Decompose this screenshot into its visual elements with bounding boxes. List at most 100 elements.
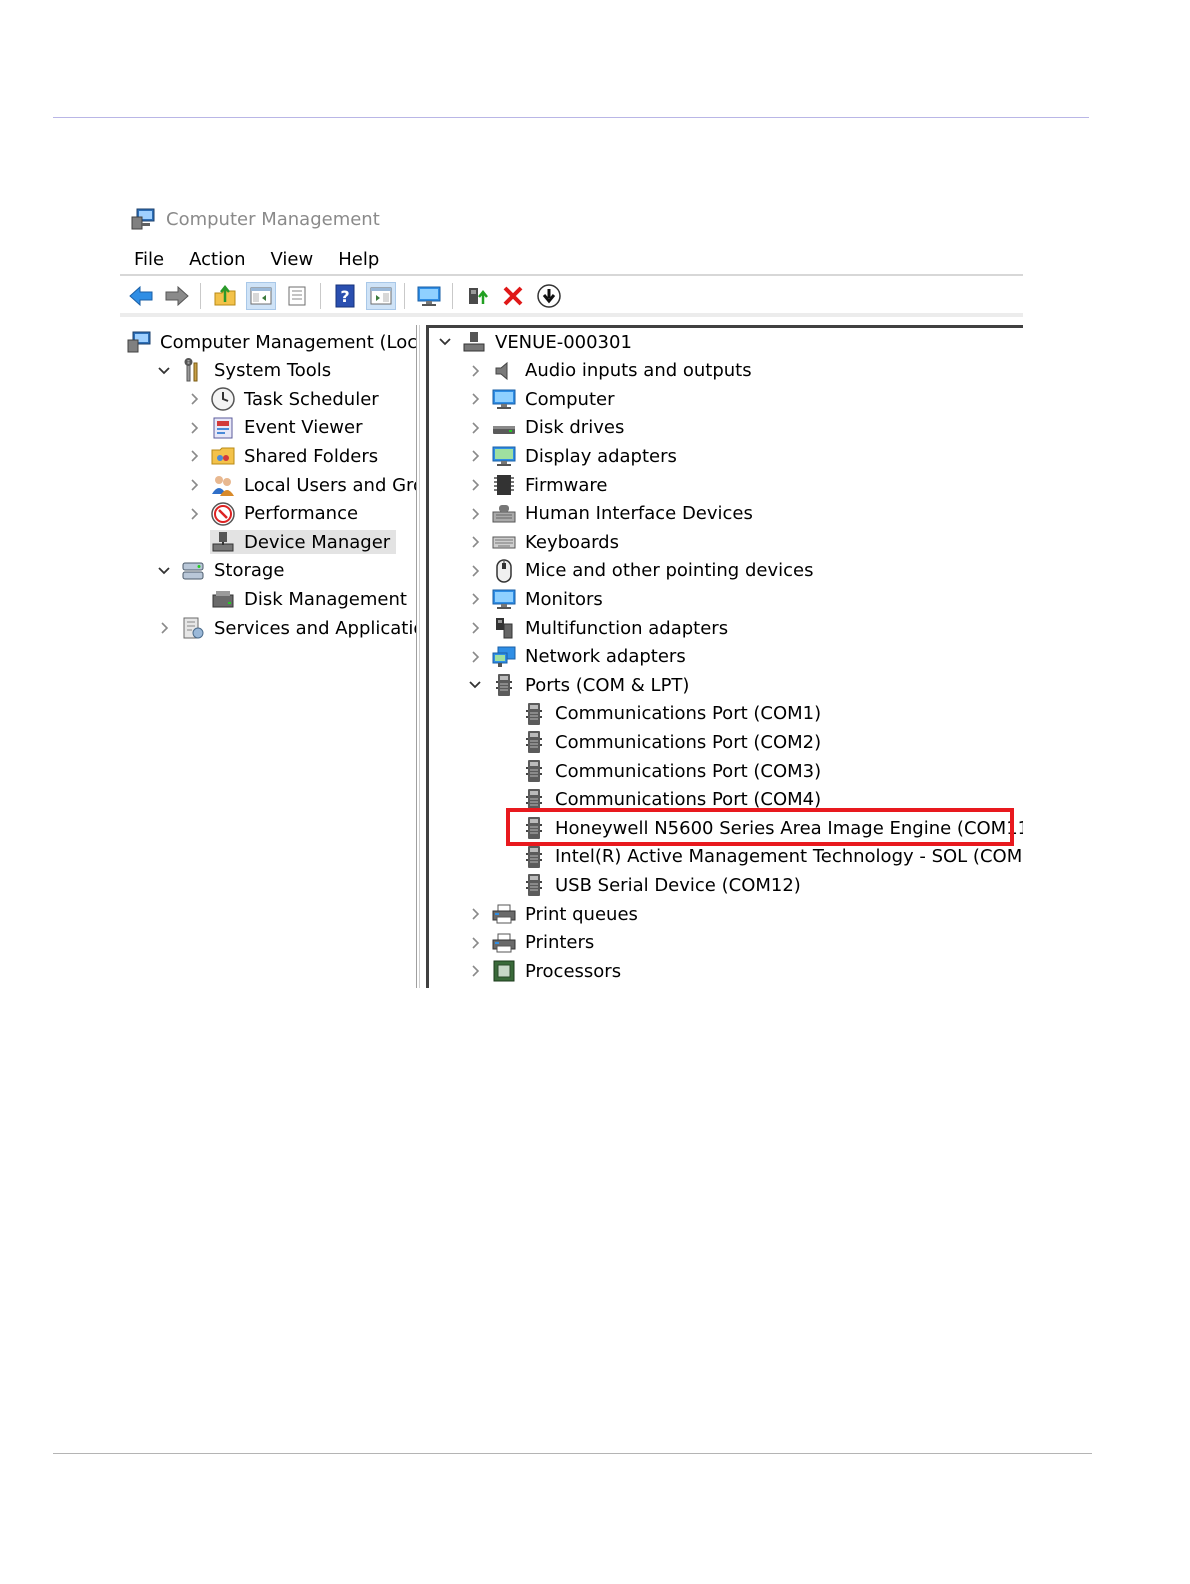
left-tree-item-shared-folders[interactable]: Shared Folders — [186, 442, 378, 470]
chevron-right-icon[interactable] — [467, 420, 483, 436]
chevron-right-icon[interactable] — [186, 448, 202, 464]
chevron-right-icon[interactable] — [467, 563, 483, 579]
up-one-level-button[interactable] — [210, 282, 240, 310]
chevron-right-icon[interactable] — [467, 620, 483, 636]
chevron-right-icon[interactable] — [467, 591, 483, 607]
chevron-right-icon[interactable] — [156, 620, 172, 636]
display-adapter-icon — [491, 444, 517, 468]
chevron-right-icon[interactable] — [186, 506, 202, 522]
chevron-right-icon[interactable] — [467, 477, 483, 493]
tree-item-label: Printers — [525, 932, 595, 954]
mouse-icon — [491, 559, 517, 583]
back-button[interactable] — [126, 282, 156, 310]
chevron-right-icon[interactable] — [467, 963, 483, 979]
properties-button[interactable] — [282, 282, 312, 310]
chevron-right-icon[interactable] — [186, 420, 202, 436]
left-tree-item-local-users-and-groups[interactable]: Local Users and Groups — [186, 471, 416, 499]
chevron-right-icon[interactable] — [467, 906, 483, 922]
monitor-icon — [416, 285, 442, 307]
menu-action[interactable]: Action — [189, 249, 245, 270]
computer-button[interactable] — [414, 282, 444, 310]
toolbar-separator — [320, 283, 321, 309]
pane-splitter[interactable] — [419, 325, 426, 988]
device-tree-item-disk-drives[interactable]: Disk drives — [467, 414, 624, 442]
tree-item-label: Local Users and Groups — [244, 474, 416, 496]
chevron-down-icon[interactable] — [156, 363, 172, 379]
menu-file[interactable]: File — [134, 249, 164, 270]
tree-item-label: Communications Port (COM4) — [555, 789, 822, 811]
tree-item-label: Processors — [525, 960, 622, 982]
chevron-right-icon[interactable] — [186, 477, 202, 493]
chevron-down-icon[interactable] — [156, 563, 172, 579]
left-tree-item-disk-management[interactable]: Disk Management — [186, 585, 407, 613]
menu-help[interactable]: Help — [338, 249, 379, 270]
chevron-right-icon[interactable] — [467, 506, 483, 522]
device-tree-item-printers[interactable]: Printers — [467, 929, 594, 957]
left-tree-item-device-manager[interactable]: Device Manager — [186, 528, 397, 556]
help-icon: ? — [334, 284, 356, 308]
event-viewer-icon — [210, 416, 236, 440]
tree-item-label: Intel(R) Active Management Technology - … — [555, 846, 1023, 868]
tree-item-label: Monitors — [525, 588, 603, 610]
device-tree-item-ports-com-lpt[interactable]: Ports (COM & LPT) — [467, 671, 689, 699]
device-tree-item-print-queues[interactable]: Print queues — [467, 900, 638, 928]
device-tree-item-network-adapters[interactable]: Network adapters — [467, 643, 686, 671]
printer-icon — [491, 931, 517, 955]
device-tree-item-audio-inputs-and-outputs[interactable]: Audio inputs and outputs — [467, 357, 752, 385]
menu-view[interactable]: View — [271, 249, 314, 270]
device-tree-item-multifunction-adapters[interactable]: Multifunction adapters — [467, 614, 728, 642]
device-tree-item-venue-000301[interactable]: VENUE-000301 — [437, 328, 632, 356]
chevron-right-icon[interactable] — [467, 363, 483, 379]
chevron-right-icon[interactable] — [186, 391, 202, 407]
toolbar-separator — [452, 283, 453, 309]
device-tree-item-keyboards[interactable]: Keyboards — [467, 528, 619, 556]
chevron-right-icon[interactable] — [467, 448, 483, 464]
device-tree-item-processors[interactable]: Processors — [467, 957, 621, 985]
device-tree-item-display-adapters[interactable]: Display adapters — [467, 442, 677, 470]
tree-item-label: Firmware — [525, 474, 608, 496]
chevron-right-icon[interactable] — [467, 649, 483, 665]
console-tree-button[interactable] — [246, 282, 276, 310]
device-tree-item-intel-r-active-management-technology-sol-com6[interactable]: Intel(R) Active Management Technology - … — [497, 843, 1023, 871]
keyboard-icon — [491, 530, 517, 554]
left-tree-item-storage[interactable]: Storage — [156, 557, 284, 585]
network-icon — [491, 645, 517, 669]
device-tree-item-usb-serial-device-com12[interactable]: USB Serial Device (COM12) — [497, 871, 801, 899]
left-tree-item-system-tools[interactable]: System Tools — [156, 357, 331, 385]
action-pane-button[interactable] — [366, 282, 396, 310]
uninstall-button[interactable] — [498, 282, 528, 310]
left-tree-item-task-scheduler[interactable]: Task Scheduler — [186, 385, 379, 413]
help-button[interactable]: ? — [330, 282, 360, 310]
device-tree-item-monitors[interactable]: Monitors — [467, 585, 603, 613]
chevron-right-icon[interactable] — [467, 534, 483, 550]
update-driver-button[interactable] — [462, 282, 492, 310]
forward-button[interactable] — [162, 282, 192, 310]
storage-icon — [180, 559, 206, 583]
device-tree-item-computer[interactable]: Computer — [467, 385, 614, 413]
left-tree-item-services-and-applications[interactable]: Services and Applications — [156, 614, 416, 642]
device-tree-item-mice-and-other-pointing-devices[interactable]: Mice and other pointing devices — [467, 557, 813, 585]
chevron-down-icon[interactable] — [467, 677, 483, 693]
device-tree-item-firmware[interactable]: Firmware — [467, 471, 608, 499]
device-tree-item-communications-port-com2[interactable]: Communications Port (COM2) — [497, 728, 821, 756]
left-tree-item-computer-management-local[interactable]: Computer Management (Local — [126, 328, 417, 356]
tree-item-label: Multifunction adapters — [525, 617, 729, 639]
left-tree-item-performance[interactable]: Performance — [186, 500, 358, 528]
computer-root-icon — [461, 330, 487, 354]
chevron-down-icon[interactable] — [437, 334, 453, 350]
title-bar: Computer Management — [130, 204, 380, 234]
scan-hardware-button[interactable] — [534, 282, 564, 310]
left-tree-item-event-viewer[interactable]: Event Viewer — [186, 414, 362, 442]
tree-item-label: Computer Management (Local — [160, 331, 417, 353]
computer-management-window: Computer Management File Action View Help ?… — [120, 196, 1023, 988]
device-tree-item-communications-port-com3[interactable]: Communications Port (COM3) — [497, 757, 821, 785]
computer-management-icon — [131, 208, 155, 230]
chevron-right-icon[interactable] — [467, 391, 483, 407]
device-tree-item-human-interface-devices[interactable]: Human Interface Devices — [467, 500, 753, 528]
device-tree-item-communications-port-com1[interactable]: Communications Port (COM1) — [497, 700, 821, 728]
tree-item-label: Communications Port (COM1) — [555, 703, 822, 725]
tree-item-label: System Tools — [214, 360, 332, 382]
chevron-right-icon[interactable] — [467, 935, 483, 951]
tree-item-label: Disk drives — [525, 417, 625, 439]
